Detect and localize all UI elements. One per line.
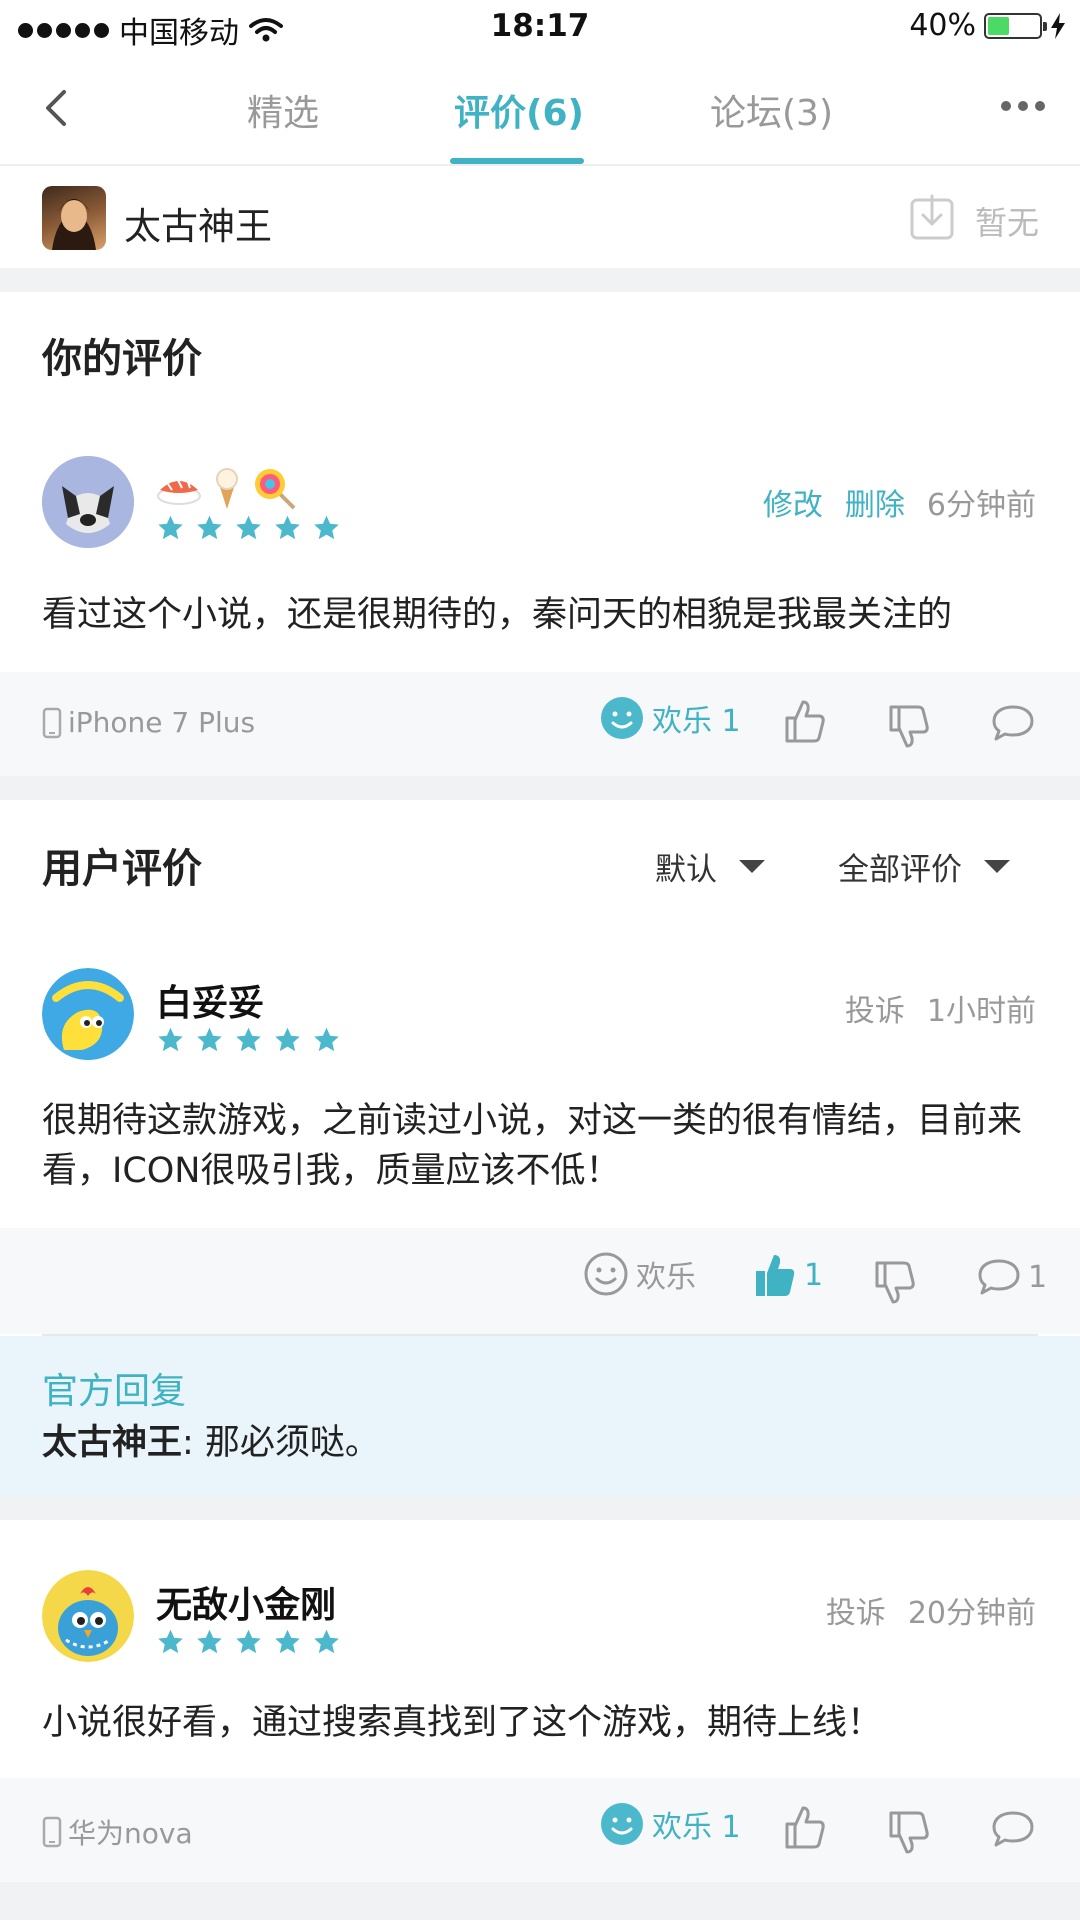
charging-bolt-icon	[1051, 12, 1065, 39]
star-icon	[197, 515, 222, 540]
star-icon	[197, 1027, 222, 1052]
report-button[interactable]: 投诉	[826, 1588, 886, 1632]
user-rating-stars	[156, 1628, 341, 1656]
section-divider	[0, 1496, 1080, 1520]
my-badges	[156, 466, 296, 510]
star-icon	[314, 1027, 339, 1052]
comment-icon[interactable]	[992, 704, 1034, 742]
official-reply-text: : 那必须哒。	[182, 1423, 380, 1463]
star-icon	[236, 1027, 261, 1052]
my-review-title: 你的评价	[42, 336, 202, 382]
happy-face-icon	[601, 697, 643, 739]
user-review-meta: 投诉 1小时前	[845, 986, 1036, 1030]
comment-icon	[978, 1259, 1020, 1295]
user-avatar[interactable]	[42, 1570, 134, 1662]
game-icon	[42, 186, 106, 250]
review-time: 20分钟前	[907, 1596, 1036, 1631]
game-header[interactable]: 太古神王 暂无	[0, 168, 1080, 268]
user-review-text: 小说很好看，通过搜索真找到了这个游戏，期待上线！	[42, 1703, 883, 1743]
battery-percent: 40%	[909, 8, 976, 43]
star-icon	[314, 1629, 339, 1654]
dropdown-caret-icon	[984, 860, 1010, 873]
comment-button[interactable]: 1	[978, 1258, 1047, 1296]
battery-icon	[984, 12, 1047, 39]
thumbs-down-icon[interactable]	[874, 1260, 916, 1306]
star-icon	[158, 515, 183, 540]
my-review-meta: 修改 删除 6分钟前	[763, 480, 1036, 524]
edit-review-button[interactable]: 修改	[763, 480, 823, 524]
star-icon	[158, 1027, 183, 1052]
star-icon	[314, 515, 339, 540]
official-reply: 官方回复 太古神王: 那必须哒。	[0, 1336, 1080, 1496]
user-review-action-bar: 欢乐 1 1	[0, 1228, 1080, 1334]
like-button[interactable]: 1	[754, 1252, 823, 1298]
more-options-icon[interactable]	[1000, 100, 1046, 112]
active-tab-indicator	[450, 158, 584, 164]
phone-icon	[42, 1816, 62, 1848]
section-divider	[0, 776, 1080, 800]
official-reply-author: 太古神王	[42, 1423, 183, 1463]
thumbs-down-icon[interactable]	[888, 704, 930, 750]
top-nav-bar: 精选 评价(6) 论坛(3)	[0, 52, 1080, 166]
section-divider	[0, 268, 1080, 292]
emotion-button[interactable]: 欢乐 1	[600, 696, 741, 740]
device-label: iPhone 7 Plus	[42, 706, 255, 739]
game-name: 太古神王	[124, 205, 272, 248]
sushi-icon	[157, 479, 201, 505]
happy-face-icon	[601, 1803, 643, 1845]
review-filter-dropdown[interactable]: 全部评价	[838, 844, 1010, 889]
thumbs-down-icon[interactable]	[888, 1810, 930, 1856]
smile-face-icon	[584, 1252, 628, 1296]
star-icon	[197, 1629, 222, 1654]
my-review-text: 看过这个小说，还是很期待的，秦问天的相貌是我最关注的	[42, 595, 953, 635]
section-divider	[0, 1882, 1080, 1920]
thumbs-up-icon[interactable]	[784, 698, 826, 744]
dropdown-caret-icon	[739, 860, 765, 873]
status-bar: 中国移动 18:17 40%	[0, 0, 1080, 52]
star-icon	[158, 1629, 183, 1654]
thumbs-up-icon[interactable]	[784, 1804, 826, 1850]
official-reply-title: 官方回复	[42, 1371, 187, 1412]
tab-reviews[interactable]: 评价(6)	[454, 84, 584, 136]
user-review-meta: 投诉 20分钟前	[826, 1588, 1036, 1632]
tab-featured[interactable]: 精选	[247, 84, 319, 136]
user-avatar[interactable]	[42, 968, 134, 1060]
tab-forum[interactable]: 论坛(3)	[710, 84, 833, 136]
star-icon	[275, 515, 300, 540]
official-reply-body: 太古神王: 那必须哒。	[42, 1414, 380, 1465]
sort-dropdown[interactable]: 默认	[655, 844, 765, 889]
phone-icon	[42, 707, 62, 738]
device-label: 华为nova	[42, 1812, 193, 1852]
user-review-text: 很期待这款游戏，之前读过小说，对这一类的很有情结，目前来看，ICON很吸引我，质…	[42, 1101, 1023, 1191]
download-status: 暂无	[975, 204, 1040, 242]
back-arrow-icon[interactable]	[44, 88, 68, 128]
delete-review-button[interactable]: 删除	[845, 480, 905, 524]
my-avatar[interactable]	[42, 456, 134, 548]
star-icon	[236, 1629, 261, 1654]
lollipop-icon	[255, 469, 296, 510]
review-time: 6分钟前	[926, 488, 1036, 523]
comment-icon[interactable]	[992, 1810, 1034, 1848]
emotion-button[interactable]: 欢乐	[584, 1252, 696, 1296]
username[interactable]: 无敌小金刚	[156, 1576, 336, 1628]
report-button[interactable]: 投诉	[845, 986, 905, 1030]
review-time: 1小时前	[926, 994, 1036, 1029]
my-rating-stars	[156, 514, 341, 542]
my-review-action-bar: iPhone 7 Plus 欢乐 1	[0, 672, 1080, 776]
star-icon	[275, 1629, 300, 1654]
star-icon	[236, 515, 261, 540]
user-rating-stars	[156, 1026, 341, 1054]
username[interactable]: 白妥妥	[156, 974, 264, 1026]
ice-cream-icon	[216, 468, 238, 509]
star-icon	[275, 1027, 300, 1052]
thumbs-up-filled-icon	[756, 1255, 795, 1296]
user-review-action-bar: 华为nova 欢乐 1	[0, 1778, 1080, 1882]
emotion-button[interactable]: 欢乐 1	[600, 1802, 741, 1846]
status-right: 40%	[909, 8, 1066, 43]
user-reviews-title: 用户评价	[42, 846, 202, 892]
download-icon[interactable]	[910, 194, 954, 240]
